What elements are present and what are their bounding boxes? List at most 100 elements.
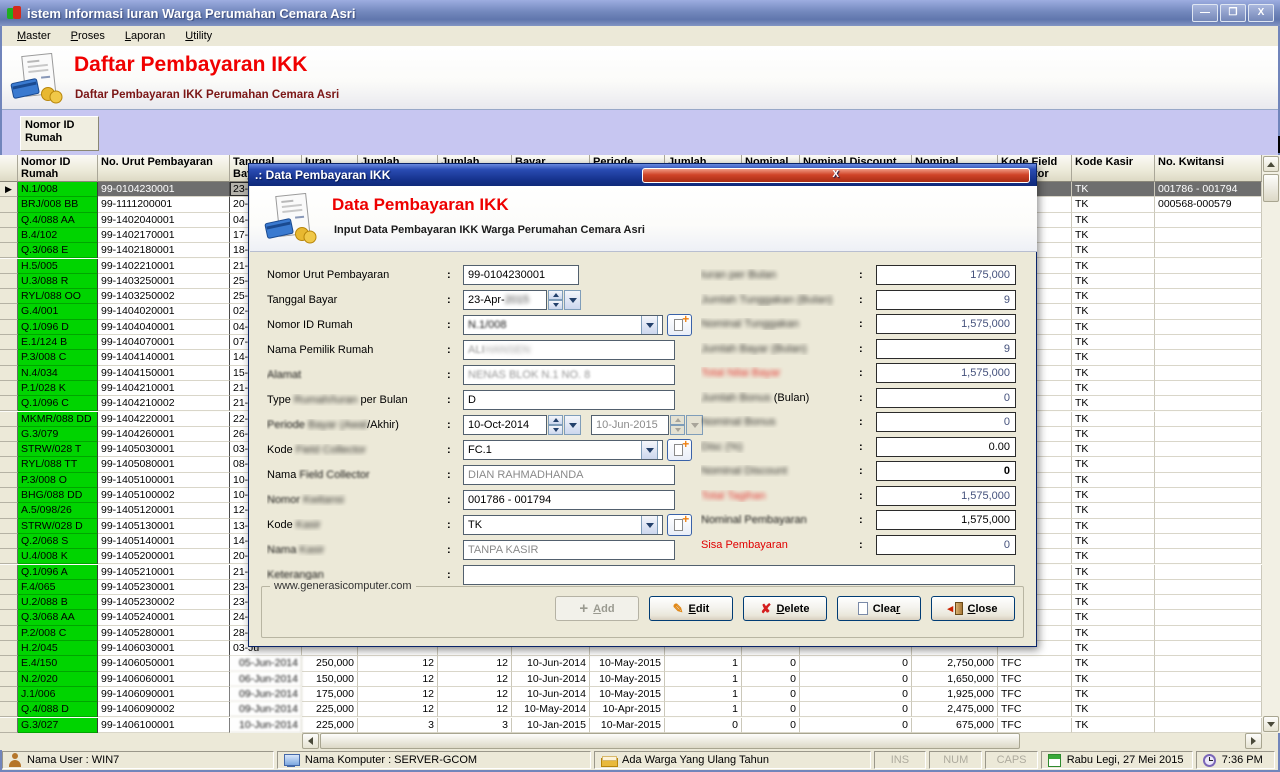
table-cell[interactable] — [1155, 412, 1262, 427]
table-cell[interactable]: 12 — [438, 687, 512, 702]
scroll-up-button[interactable] — [1263, 156, 1279, 172]
dropdown-button-kode-kasir[interactable] — [641, 515, 658, 535]
table-cell[interactable]: TK — [1072, 610, 1155, 625]
table-cell[interactable]: 1 — [665, 702, 742, 717]
dropdown-button-kode-field-collector[interactable] — [641, 440, 658, 460]
row-selector[interactable] — [0, 702, 18, 717]
table-cell[interactable]: RYL/088 OO — [18, 289, 98, 304]
table-cell[interactable] — [1155, 519, 1262, 534]
table-cell[interactable] — [1155, 595, 1262, 610]
table-cell[interactable]: 99-1405230001 — [98, 580, 230, 595]
table-cell[interactable]: N.4/034 — [18, 366, 98, 381]
table-cell[interactable] — [1155, 488, 1262, 503]
row-selector[interactable] — [0, 473, 18, 488]
edit-button[interactable]: ✎Edit — [649, 596, 733, 621]
add-new-button-nomor-id-rumah[interactable]: + — [667, 314, 692, 336]
table-cell[interactable]: TK — [1072, 503, 1155, 518]
table-cell[interactable]: 99-1404260001 — [98, 427, 230, 442]
table-cell[interactable]: G.3/079 — [18, 427, 98, 442]
table-cell[interactable]: 99-1405100001 — [98, 473, 230, 488]
table-cell[interactable]: 99-1405130001 — [98, 519, 230, 534]
grid-header-1[interactable]: No. Urut Pembayaran — [98, 155, 230, 182]
table-cell[interactable]: 99-1405280001 — [98, 626, 230, 641]
table-cell[interactable]: TK — [1072, 427, 1155, 442]
table-cell[interactable]: 10-Apr-2015 — [590, 702, 665, 717]
table-cell[interactable]: TK — [1072, 672, 1155, 687]
table-cell[interactable]: 99-1406050001 — [98, 656, 230, 671]
row-selector[interactable] — [0, 718, 18, 733]
row-selector[interactable] — [0, 656, 18, 671]
grid-header-0[interactable]: Nomor ID Rumah — [18, 155, 98, 182]
table-cell[interactable]: Q.3/068 E — [18, 243, 98, 258]
table-cell[interactable]: 10-Jun-2014 — [512, 672, 590, 687]
table-cell[interactable]: 0 — [665, 718, 742, 733]
table-cell[interactable]: 09-Jun-2014 — [230, 687, 302, 702]
table-cell[interactable]: TK — [1072, 473, 1155, 488]
table-cell[interactable]: 10-May-2015 — [590, 687, 665, 702]
table-cell[interactable]: 0 — [742, 687, 800, 702]
row-selector[interactable] — [0, 213, 18, 228]
row-selector[interactable] — [0, 366, 18, 381]
row-selector[interactable] — [0, 626, 18, 641]
restore-button[interactable]: ❐ — [1220, 4, 1246, 22]
table-cell[interactable]: J.1/006 — [18, 687, 98, 702]
table-cell[interactable]: 99-1405210001 — [98, 565, 230, 580]
row-selector[interactable] — [0, 381, 18, 396]
table-cell[interactable]: TK — [1072, 687, 1155, 702]
table-cell[interactable]: 0 — [800, 702, 912, 717]
row-selector[interactable] — [0, 259, 18, 274]
table-cell[interactable] — [1155, 687, 1262, 702]
table-cell[interactable]: N.1/008 — [18, 182, 98, 197]
spin-up[interactable] — [670, 415, 685, 425]
table-cell[interactable]: TK — [1072, 350, 1155, 365]
row-selector[interactable] — [0, 580, 18, 595]
table-cell[interactable]: 99-0104230001 — [98, 182, 230, 197]
input-periode-bayar-awal[interactable]: 10-Oct-2014 — [463, 415, 547, 435]
table-cell[interactable]: P.1/028 K — [18, 381, 98, 396]
table-cell[interactable]: 10-Jun-2014 — [512, 656, 590, 671]
table-cell[interactable]: U.3/088 R — [18, 274, 98, 289]
dropdown-button-nomor-id-rumah[interactable] — [641, 315, 658, 335]
row-selector[interactable] — [0, 427, 18, 442]
spinner-periode-bayar[interactable] — [670, 415, 685, 435]
table-cell[interactable] — [1155, 702, 1262, 717]
table-cell[interactable] — [1155, 228, 1262, 243]
table-cell[interactable]: 250,000 — [302, 656, 358, 671]
table-cell[interactable]: Q.4/088 AA — [18, 213, 98, 228]
row-selector[interactable] — [0, 488, 18, 503]
table-cell[interactable]: 0 — [800, 672, 912, 687]
table-cell[interactable] — [1155, 213, 1262, 228]
table-cell[interactable]: 2,750,000 — [912, 656, 998, 671]
table-cell[interactable]: Q.1/096 D — [18, 320, 98, 335]
row-selector[interactable] — [0, 519, 18, 534]
table-cell[interactable]: E.1/124 B — [18, 335, 98, 350]
row-selector[interactable] — [0, 549, 18, 564]
vertical-scrollbar[interactable] — [1262, 155, 1280, 733]
table-cell[interactable]: B.4/102 — [18, 228, 98, 243]
table-cell[interactable]: TK — [1072, 534, 1155, 549]
vertical-scroll-thumb[interactable] — [1263, 174, 1279, 202]
dropdown-button-periode-bayar[interactable] — [564, 415, 581, 435]
table-cell[interactable]: TK — [1072, 182, 1155, 197]
table-cell[interactable] — [1155, 243, 1262, 258]
table-cell[interactable] — [1155, 641, 1262, 656]
table-cell[interactable]: H.2/045 — [18, 641, 98, 656]
table-cell[interactable]: G.3/027 — [18, 718, 98, 733]
table-cell[interactable]: TK — [1072, 274, 1155, 289]
table-cell[interactable]: 05-Jun-2014 — [230, 656, 302, 671]
row-selector[interactable] — [0, 228, 18, 243]
table-cell[interactable]: 09-Jun-2014 — [230, 702, 302, 717]
table-cell[interactable]: TK — [1072, 519, 1155, 534]
table-cell[interactable]: TK — [1072, 412, 1155, 427]
table-cell[interactable]: 2,475,000 — [912, 702, 998, 717]
table-cell[interactable]: 10-Jun-2014 — [512, 687, 590, 702]
table-cell[interactable]: 0 — [800, 718, 912, 733]
table-cell[interactable]: 99-1402180001 — [98, 243, 230, 258]
table-cell[interactable]: 99-1404210001 — [98, 381, 230, 396]
table-row[interactable]: J.1/00699-140609000109-Jun-2014175,00012… — [0, 687, 1262, 702]
table-cell[interactable]: 99-1404140001 — [98, 350, 230, 365]
table-cell[interactable]: 99-1404020001 — [98, 304, 230, 319]
table-cell[interactable]: 001786 - 001794 — [1155, 182, 1262, 197]
row-selector[interactable] — [0, 335, 18, 350]
table-cell[interactable]: 99-1405080001 — [98, 457, 230, 472]
